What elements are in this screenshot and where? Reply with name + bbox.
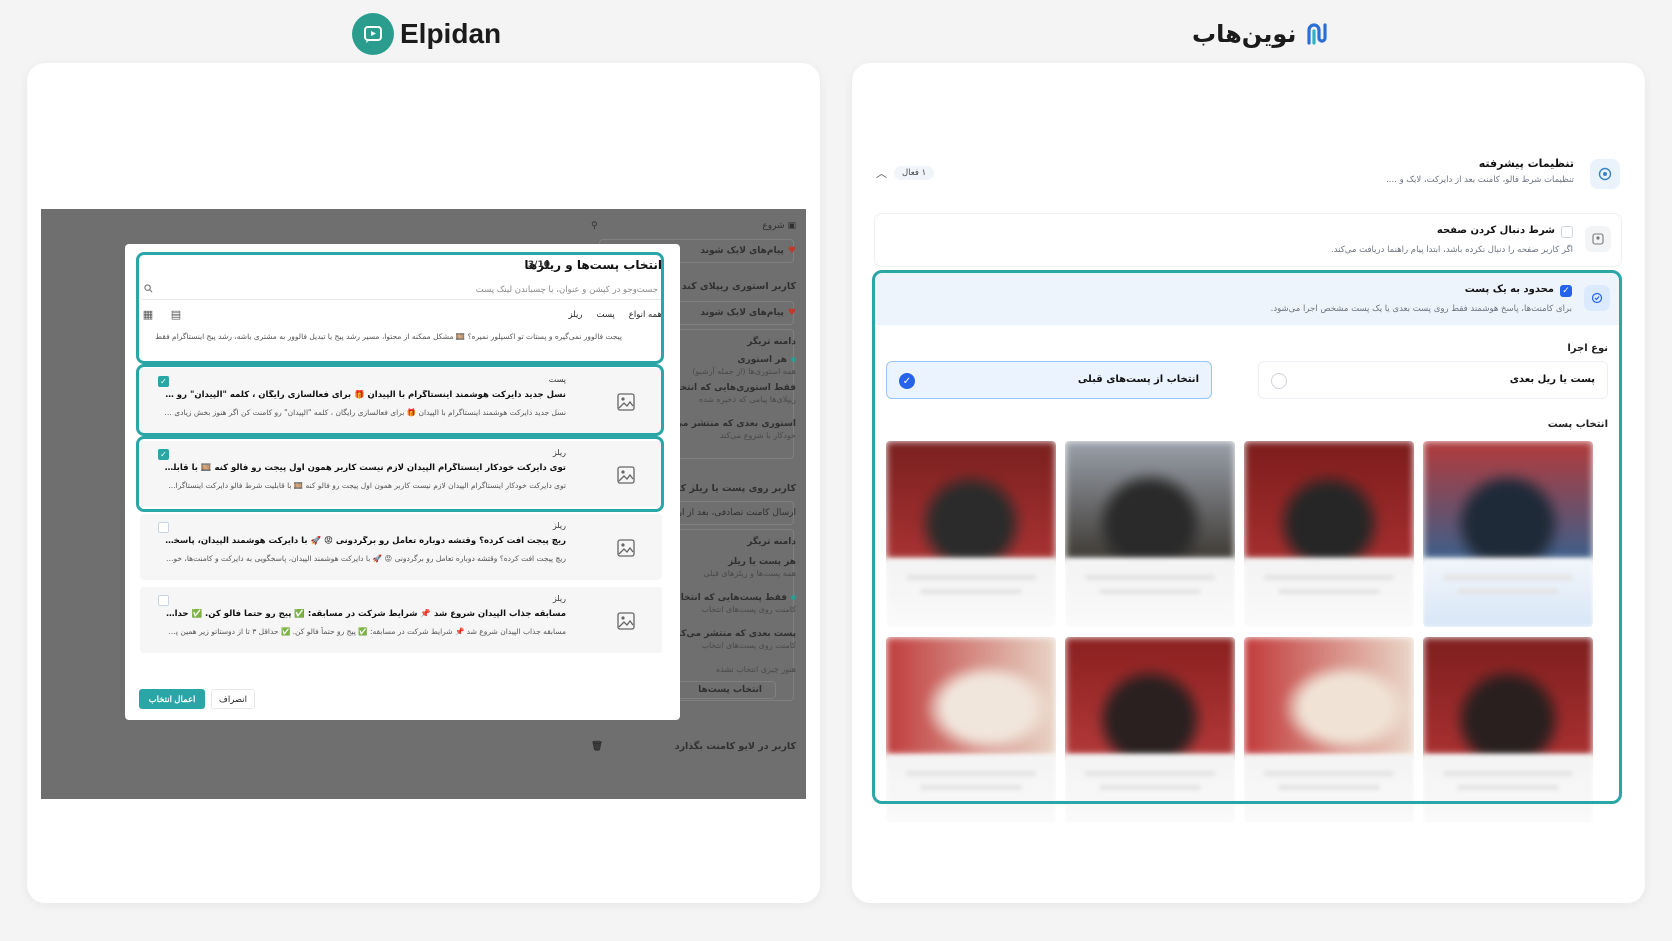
type-filters: همه انواع پست ریلز ▤ ▦: [141, 306, 662, 324]
post-thumbnail[interactable]: [1065, 441, 1235, 627]
novinhub-brand: نوین‌هاب: [1192, 14, 1332, 54]
follow-condition-icon: [1585, 226, 1611, 252]
post-list-item[interactable]: ✓ پست نسل جدید دایرکت هوشمند اینستاگرام …: [140, 368, 662, 434]
select-post-label: انتخاب پست: [1547, 419, 1608, 430]
post-caption: ریچ پیجت افت کرده؟ وقتشه دوباره تعامل رو…: [164, 554, 566, 563]
post-thumbnail-grid: [886, 441, 1602, 823]
post-title: توی دایرکت خودکار اینستاگرام الپیدان لاز…: [164, 463, 566, 473]
post-thumbnail[interactable]: [1244, 637, 1414, 823]
post-caption: نسل جدید دایرکت هوشمند اینستاگرام با الپ…: [164, 408, 566, 417]
limit-to-post-checkbox[interactable]: ✓: [1560, 285, 1572, 297]
bg-live-comment: کاربر در لایو کامنت بگذارد: [674, 741, 796, 752]
post-caption: مسابقه جذاب الپیدان شروع شد 📌 شرایط شرکت…: [164, 627, 566, 636]
apply-selection-button[interactable]: اعمال انتخاب: [139, 689, 205, 709]
advanced-settings-header[interactable]: تنظیمات پیشرفته تنظیمات شرط فالو، کامنت …: [864, 143, 1632, 203]
post-checkbox[interactable]: ✓: [158, 449, 169, 460]
filter-post[interactable]: پست: [596, 310, 614, 320]
post-thumbnail[interactable]: [1065, 637, 1235, 823]
novinhub-card: تنظیمات پیشرفته تنظیمات شرط فالو، کامنت …: [852, 63, 1645, 903]
image-placeholder-icon: [610, 386, 642, 418]
search-icon: [141, 283, 155, 296]
heart-icon: ♥: [787, 308, 796, 318]
advanced-settings-title: تنظیمات پیشرفته: [1478, 157, 1574, 170]
radio-unchecked-icon: [1271, 373, 1287, 389]
bg-liked-messages-2: پیام‌های لایک شوند: [700, 308, 784, 318]
post-type-label: پست: [548, 375, 566, 384]
follow-condition-row: شرط دنبال کردن صفحه اگر کاربر صفحه را دن…: [874, 213, 1622, 267]
elpidan-brand-name: Elpidan: [400, 18, 502, 49]
select-posts-modal: انتخاب پست‌ها و ریلزها 3/10 جست‌وجو در ک…: [125, 244, 680, 720]
advanced-settings-subtitle: تنظیمات شرط فالو، کامنت بعد از دایرکت، ل…: [1386, 175, 1574, 185]
elpidan-card: ▣ شروع ⚲ ♥پیام‌های لایک شوند کاربر استور…: [27, 63, 820, 903]
bg-selected-posts: فقط پست‌هایی که انتخاب م: [661, 593, 787, 603]
post-thumbnail[interactable]: [1423, 441, 1593, 627]
post-list-item[interactable]: ریلز ریچ پیجت افت کرده؟ وقتشه دوباره تعا…: [140, 514, 662, 580]
image-placeholder-icon: [610, 532, 642, 564]
novinhub-brand-name: نوین‌هاب: [1192, 20, 1297, 48]
post-thumbnail[interactable]: [1423, 637, 1593, 823]
run-type-label: نوع اجرا: [1567, 343, 1608, 354]
post-list-item[interactable]: ✓ ریلز توی دایرکت خودکار اینستاگرام الپی…: [140, 441, 662, 507]
grid-view-icon[interactable]: ▦: [141, 308, 155, 322]
limit-to-post-desc: برای کامنت‌ها، پاسخ هوشمند فقط روی پست ب…: [1270, 304, 1572, 314]
option-next-post-label: پست یا ریل بعدی: [1509, 374, 1595, 385]
elpidan-brand: Elpidan: [352, 12, 501, 56]
filter-reels[interactable]: ریلز: [569, 310, 583, 320]
post-checkbox[interactable]: [158, 595, 169, 606]
partial-post-row: پیجت فالوور نمی‌گیره و پستات تو اکسپلور …: [155, 332, 622, 341]
follow-condition-title: شرط دنبال کردن صفحه: [1436, 225, 1555, 236]
start-label: شروع: [762, 221, 785, 231]
post-type-label: ریلز: [552, 594, 566, 603]
post-checkbox[interactable]: [158, 522, 169, 533]
radio-checked-icon: ✓: [899, 373, 915, 389]
post-title: ریچ پیجت افت کرده؟ وقتشه دوباره تعامل رو…: [164, 536, 566, 546]
post-search-placeholder: جست‌وجو در کپشن و عنوان، یا چسباندن لینک…: [475, 284, 658, 295]
post-caption: توی دایرکت خودکار اینستاگرام الپیدان لاز…: [164, 481, 566, 490]
post-list-item[interactable]: ریلز مسابقه جذاب الپیدان شروع شد 📌 شرایط…: [140, 587, 662, 653]
filter-all-types[interactable]: همه انواع: [629, 310, 662, 320]
settings-gear-icon: [1590, 159, 1620, 189]
cancel-button[interactable]: انصراف: [211, 689, 255, 709]
post-type-label: ریلز: [552, 521, 566, 530]
chevron-up-icon[interactable]: ︿: [876, 165, 887, 181]
option-previous-posts-label: انتخاب از پست‌های قبلی: [1077, 374, 1199, 385]
elpidan-screenshot: ▣ شروع ⚲ ♥پیام‌های لایک شوند کاربر استور…: [41, 209, 806, 799]
limit-to-post-section: ✓ محدود به یک پست برای کامنت‌ها، پاسخ هو…: [872, 270, 1622, 823]
limit-to-post-header: ✓ محدود به یک پست برای کامنت‌ها، پاسخ هو…: [874, 273, 1620, 325]
active-count-badge: ۱ فعال: [894, 166, 935, 180]
option-previous-posts[interactable]: انتخاب از پست‌های قبلی ✓: [886, 361, 1212, 399]
option-next-post[interactable]: پست یا ریل بعدی: [1258, 361, 1608, 399]
selection-count: 3/10: [527, 260, 550, 270]
post-thumbnail[interactable]: [886, 637, 1056, 823]
heart-icon: ♥: [787, 246, 796, 256]
follow-condition-checkbox[interactable]: [1561, 226, 1573, 238]
image-placeholder-icon: [610, 459, 642, 491]
post-checkbox[interactable]: ✓: [158, 376, 169, 387]
post-thumbnail[interactable]: [886, 441, 1056, 627]
bg-any-story: هر استوری: [737, 355, 787, 365]
trash-icon[interactable]: 🗑: [591, 741, 603, 752]
post-thumbnail[interactable]: [1244, 441, 1414, 627]
limit-to-post-icon: [1584, 285, 1610, 311]
limit-to-post-title: محدود به یک پست: [1464, 284, 1554, 295]
pin-icon: ⚲: [591, 221, 598, 231]
list-view-icon[interactable]: ▤: [169, 308, 183, 322]
elpidan-logo-icon: [352, 13, 394, 55]
start-icon: ▣: [787, 221, 796, 231]
post-title: مسابقه جذاب الپیدان شروع شد 📌 شرایط شرکت…: [164, 609, 566, 619]
bg-liked-messages: پیام‌های لایک شوند: [700, 246, 784, 256]
novinhub-logo-icon: [1302, 19, 1332, 49]
post-search-field[interactable]: جست‌وجو در کپشن و عنوان، یا چسباندن لینک…: [141, 280, 662, 300]
post-type-label: ریلز: [552, 448, 566, 457]
follow-condition-desc: اگر کاربر صفحه را دنبال نکرده باشد، ابتد…: [1331, 245, 1573, 255]
image-placeholder-icon: [610, 605, 642, 637]
post-title: نسل جدید دایرکت هوشمند اینستاگرام با الپ…: [164, 390, 566, 400]
